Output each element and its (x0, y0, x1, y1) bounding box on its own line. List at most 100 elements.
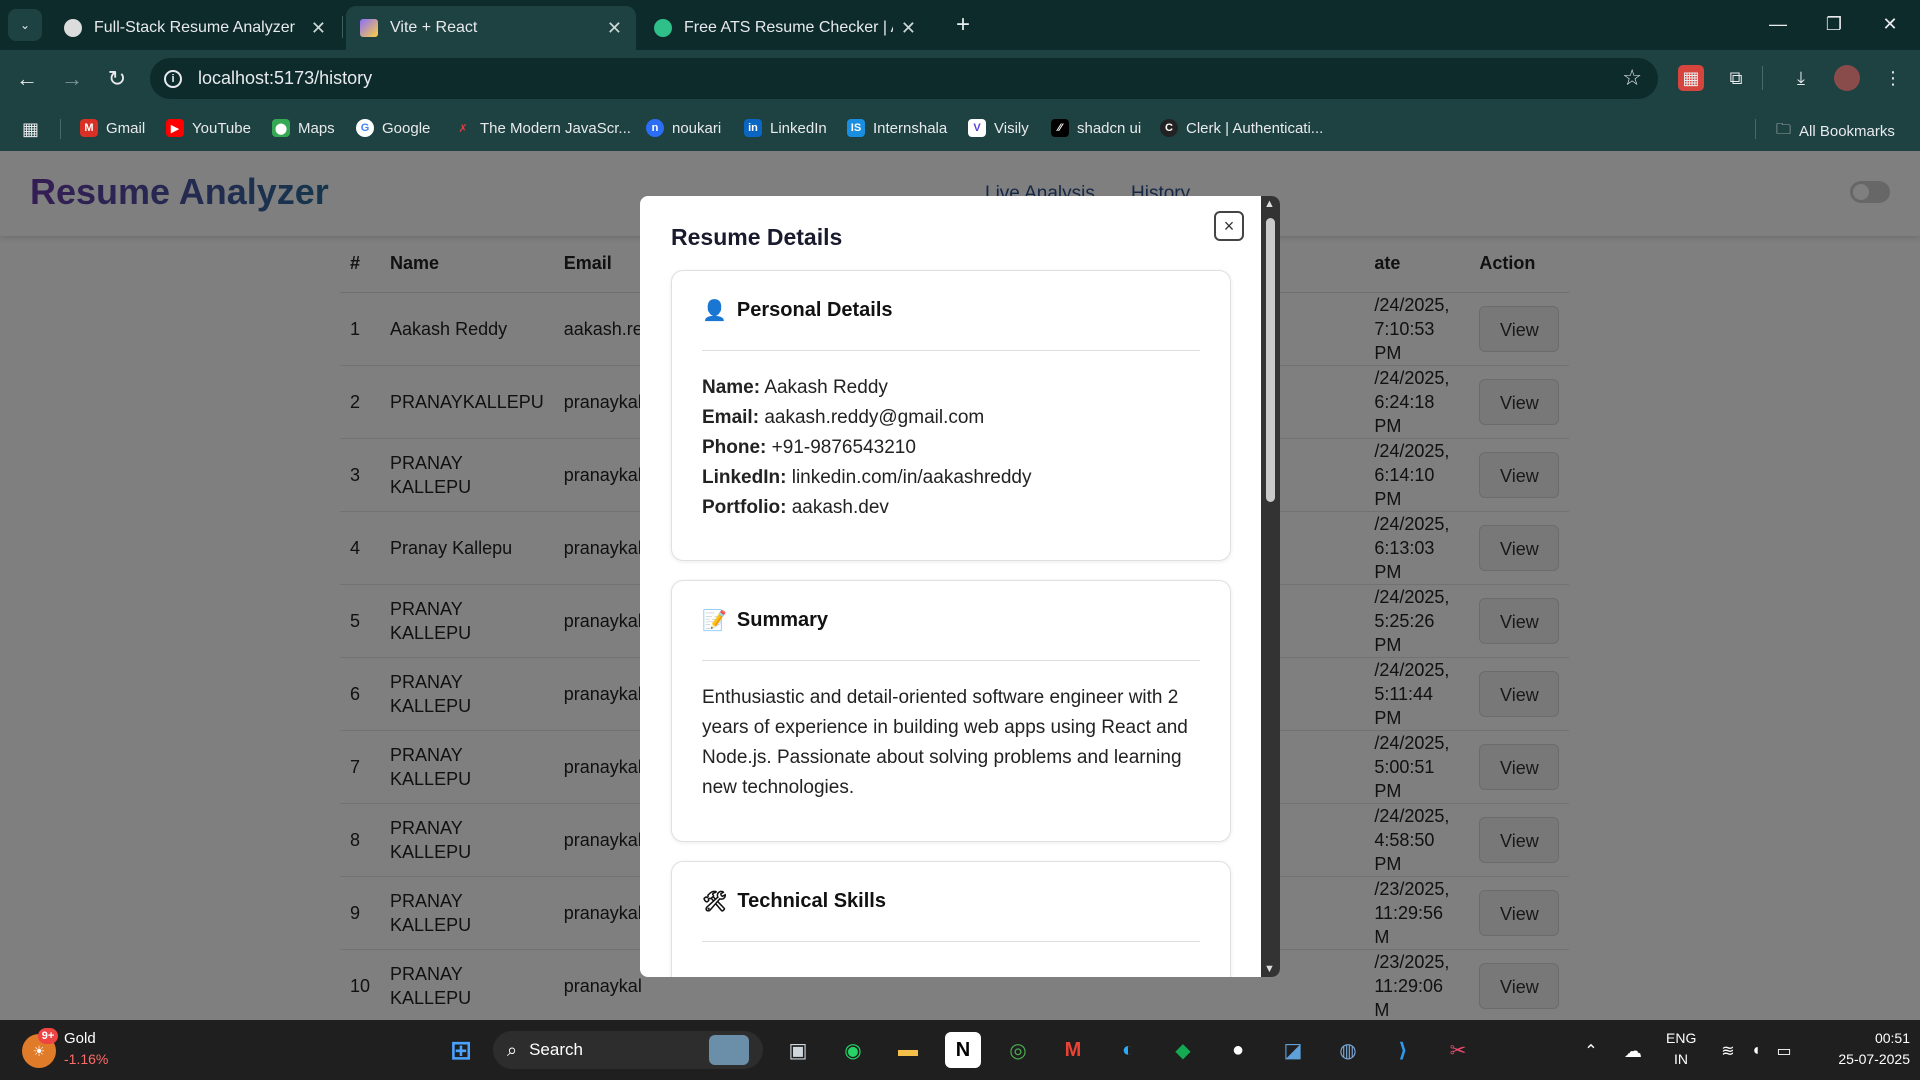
menu-kebab-icon[interactable]: ⋮ (1880, 65, 1906, 91)
modal-scrollbar[interactable]: ▲ ▼ (1261, 196, 1280, 977)
bookmark-internshala[interactable]: IS Internshala (847, 119, 947, 137)
portfolio-row: Portfolio: aakash.dev (702, 493, 1200, 523)
postgres-icon[interactable]: ◍ (1330, 1032, 1366, 1068)
name-value: Aakash Reddy (764, 377, 888, 398)
windows-start-icon[interactable]: ⊞ (443, 1032, 479, 1068)
personal-details-heading: 👤 Personal Details (702, 271, 1200, 351)
scrollbar-thumb[interactable] (1266, 218, 1275, 502)
taskbar-search[interactable]: ⌕ Search (493, 1031, 763, 1069)
linkedin-row: LinkedIn: linkedin.com/in/aakashreddy (702, 463, 1200, 493)
whatsapp-icon[interactable]: ◉ (835, 1032, 871, 1068)
search-highlight-icon (709, 1035, 749, 1065)
scroll-up-arrow-icon[interactable]: ▲ (1264, 198, 1275, 210)
notion-icon[interactable]: N (945, 1032, 981, 1068)
close-icon[interactable]: ✕ (607, 18, 622, 39)
language-top[interactable]: ENG (1666, 1030, 1696, 1046)
visily-icon: V (968, 119, 986, 137)
windows-taskbar: ☀ 9+ Gold -1.16% ⊞ ⌕ Search ▣ ◉ ▬ N ◎ M … (0, 1020, 1920, 1080)
new-tab-button[interactable]: + (948, 10, 978, 40)
tab-title: Full-Stack Resume Analyzer (94, 19, 295, 36)
search-label: Search (529, 1040, 583, 1059)
modal-close-button[interactable]: × (1214, 211, 1244, 241)
bookmarks-bar: ▦ M Gmail ▶ YouTube ⬤ Maps G Google ✗ The Mod… (0, 107, 1920, 151)
notification-badge: 9+ (38, 1028, 58, 1044)
bookmark-linkedin[interactable]: in LinkedIn (744, 119, 827, 137)
bookmark-google[interactable]: G Google (356, 119, 430, 137)
github-icon[interactable]: ● (1220, 1032, 1256, 1068)
tab-resume-analyzer[interactable]: Full-Stack Resume Analyzer ✕ (50, 6, 340, 50)
bookmark-visily[interactable]: V Visily (968, 119, 1029, 137)
show-hidden-icons-chevron-icon[interactable]: ⌃ (1578, 1038, 1604, 1064)
bookmark-shadcn[interactable]: ⁄⁄ shadcn ui (1051, 119, 1141, 137)
forward-button[interactable]: → (57, 64, 87, 94)
mysql-workbench-icon[interactable]: ◪ (1275, 1032, 1311, 1068)
bookmark-clerk[interactable]: C Clerk | Authenticati... (1160, 119, 1323, 137)
download-icon[interactable]: ⤓ (1788, 65, 1814, 91)
scroll-down-arrow-icon[interactable]: ▼ (1264, 963, 1275, 975)
bookmark-maps[interactable]: ⬤ Maps (272, 119, 335, 137)
address-bar[interactable]: i localhost:5173/history ☆ (150, 58, 1658, 99)
stock-change: -1.16% (64, 1051, 109, 1067)
page-viewport: Resume Analyzer Live Analysis History # … (0, 151, 1920, 1020)
name-row: Name: Aakash Reddy (702, 373, 1200, 403)
chrome-icon[interactable]: ◎ (1000, 1032, 1036, 1068)
bookmark-label: Maps (298, 119, 335, 137)
personal-details-body: Name: Aakash Reddy Email: aakash.reddy@g… (702, 351, 1200, 523)
extensions-puzzle-icon[interactable]: ⧉ (1723, 65, 1749, 91)
gmail-app-icon[interactable]: M (1055, 1032, 1091, 1068)
memo-icon: 📝 (702, 610, 727, 632)
shadcn-icon: ⁄⁄ (1051, 119, 1069, 137)
bookmark-label: The Modern JavaScr... (480, 119, 631, 137)
vscode-icon[interactable]: ⟩ (1385, 1032, 1421, 1068)
bookmark-youtube[interactable]: ▶ YouTube (166, 119, 251, 137)
back-button[interactable]: ← (12, 64, 42, 94)
file-explorer-icon[interactable]: ▬ (890, 1032, 926, 1068)
tab-title: Free ATS Resume Checker | AI R (684, 19, 893, 36)
technical-skills-heading: 🛠 Technical Skills (702, 862, 1200, 942)
all-bookmarks-label: All Bookmarks (1799, 123, 1895, 140)
close-icon[interactable]: ✕ (311, 18, 326, 39)
openai-icon (64, 19, 82, 37)
tab-divider (342, 16, 343, 38)
linkedin-value: linkedin.com/in/aakashreddy (791, 467, 1032, 488)
site-info-icon[interactable]: i (164, 69, 182, 88)
phone-label: Phone: (702, 437, 767, 458)
bookmark-noukari[interactable]: n noukari (646, 119, 721, 137)
wifi-icon[interactable]: ≋ (1716, 1038, 1740, 1064)
battery-icon[interactable]: ▭ (1772, 1038, 1796, 1064)
tab-vite-react[interactable]: Vite + React ✕ (346, 6, 636, 50)
reload-button[interactable]: ↻ (102, 64, 132, 94)
snipping-tool-icon[interactable]: ✂ (1440, 1032, 1476, 1068)
summary-heading: 📝 Summary (702, 581, 1200, 661)
close-icon[interactable]: ✕ (901, 18, 916, 39)
task-view-icon[interactable]: ▣ (780, 1032, 816, 1068)
email-row: Email: aakash.reddy@gmail.com (702, 403, 1200, 433)
volume-icon[interactable]: ◖ (1744, 1038, 1768, 1064)
minimize-button[interactable]: — (1758, 8, 1798, 40)
tab-ats-checker[interactable]: Free ATS Resume Checker | AI R ✕ (640, 6, 930, 50)
bookmark-modern-js[interactable]: ✗ The Modern JavaScr... (454, 119, 631, 137)
profile-avatar[interactable] (1834, 65, 1860, 91)
bookmark-star-icon[interactable]: ☆ (1622, 65, 1642, 91)
tab-search-button[interactable]: ⌄ (8, 9, 42, 41)
onedrive-cloud-icon[interactable]: ☁ (1618, 1038, 1648, 1064)
bookmarks-divider (60, 119, 61, 139)
all-bookmarks-button[interactable]: 🗀 All Bookmarks (1776, 119, 1895, 144)
mongodb-icon[interactable]: ◆ (1165, 1032, 1201, 1068)
extension-icon[interactable]: ▦ (1678, 65, 1704, 91)
youtube-icon: ▶ (166, 119, 184, 137)
restore-button[interactable]: ❐ (1814, 8, 1854, 40)
apps-grid-icon[interactable]: ▦ (22, 119, 39, 140)
language-bottom: IN (1674, 1051, 1688, 1067)
tab-title: Vite + React (390, 19, 478, 36)
internshala-icon: IS (847, 119, 865, 137)
stock-name[interactable]: Gold (64, 1030, 96, 1047)
browser-toolbar: ← → ↻ i localhost:5173/history ☆ ▦ ⧉ ⤓ ⋮ (0, 50, 1920, 107)
bookmark-gmail[interactable]: M Gmail (80, 119, 145, 137)
close-window-button[interactable]: ✕ (1870, 8, 1910, 40)
portfolio-label: Portfolio: (702, 497, 787, 518)
personal-details-card: 👤 Personal Details Name: Aakash Reddy Em… (671, 270, 1231, 561)
edge-icon[interactable]: ◐ (1110, 1032, 1146, 1068)
card-heading-text: Technical Skills (737, 890, 886, 912)
clock-time[interactable]: 00:51 (1810, 1030, 1910, 1046)
